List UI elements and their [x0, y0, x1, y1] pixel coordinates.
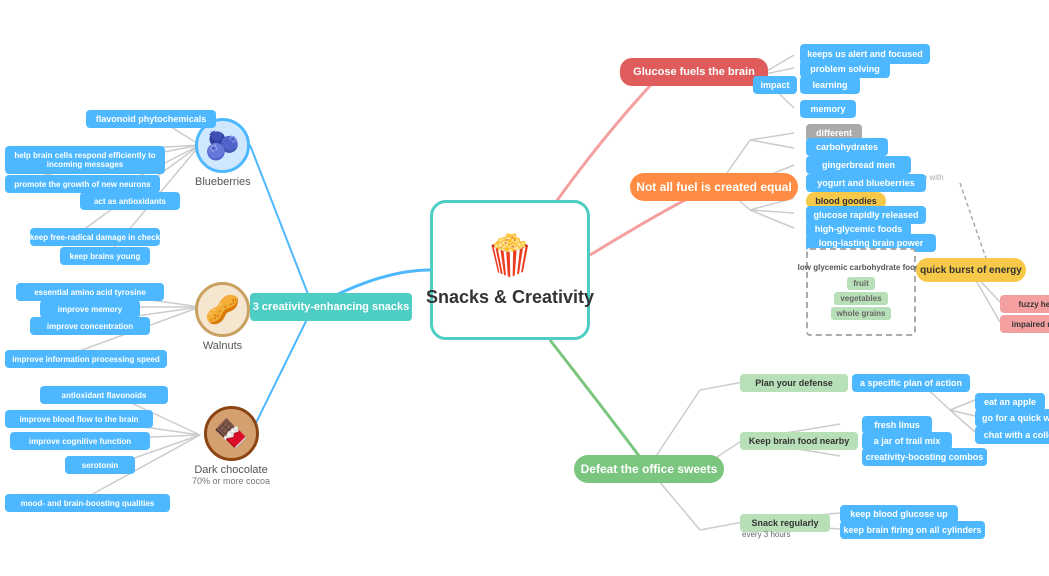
antioxidants: act as antioxidants	[80, 192, 180, 210]
center-icon: 🍿	[485, 232, 535, 279]
glucose-child-4: memory	[800, 100, 856, 118]
glucose-child-impact: impact	[753, 76, 797, 94]
brain-cells: help brain cells respond efficiently to …	[5, 146, 165, 174]
center-label: Snacks & Creativity	[426, 287, 594, 308]
blueberry-label: Blueberries	[195, 176, 251, 188]
serotonin: serotonin	[65, 456, 135, 474]
brains-young: keep brains young	[60, 247, 150, 265]
not-all-fuel-main: Not all fuel is created equal	[630, 173, 798, 201]
glucose-child-3: learning	[800, 76, 860, 94]
glucose-main: Glucose fuels the brain	[620, 58, 768, 86]
chat-colleague: chat with a colleague	[975, 426, 1049, 444]
improve-concentration: improve concentration	[30, 317, 150, 335]
chocolate-label: Dark chocolate	[194, 464, 267, 476]
walnut-node: 🥜 Walnuts	[195, 282, 250, 352]
quick-burst: quick burst of energy	[916, 258, 1026, 282]
processing-speed: improve information processing speed	[5, 350, 167, 368]
carbohydrates: carbohydrates	[806, 138, 888, 156]
yogurt-blueberries: yogurt and blueberries	[806, 174, 926, 192]
chocolate-node: 🍫 Dark chocolate 70% or more cocoa	[192, 406, 270, 486]
center-node: 🍿 Snacks & Creativity	[430, 200, 590, 340]
flavonoid: flavonoid phytochemicals	[86, 110, 216, 128]
new-neurons: promote the growth of new neurons	[5, 175, 160, 193]
improve-memory: improve memory	[40, 300, 140, 318]
gingerbread-men: gingerbread men	[806, 156, 911, 174]
flavonoids: antioxidant flavonoids	[40, 386, 168, 404]
blood-flow: improve blood flow to the brain	[5, 410, 153, 428]
chocolate-icon: 🍫	[204, 406, 259, 461]
low-glycemic-group: low glycemic carbohydrate foods fruit ve…	[806, 248, 916, 336]
impaired-memory: impaired memory	[1000, 315, 1049, 333]
walnut-label: Walnuts	[203, 340, 242, 352]
defeat-main: Defeat the office sweets	[574, 455, 724, 483]
walnut-icon: 🥜	[195, 282, 250, 337]
mindmap: provide with	[0, 0, 1049, 576]
mood-boosting: mood- and brain-boosting qualities	[5, 494, 170, 512]
keep-nearby: Keep brain food nearby	[740, 432, 858, 450]
quick-walk: go for a quick walk	[975, 409, 1049, 427]
brain-firing: keep brain firing on all cylinders	[840, 521, 985, 539]
blueberry-node: 🫐 Blueberries	[195, 118, 251, 188]
snack-sub: every 3 hours	[742, 530, 790, 539]
plan-defense: Plan your defense	[740, 374, 848, 392]
cognitive: improve cognitive function	[10, 432, 150, 450]
free-radical: keep free-radical damage in check	[30, 228, 160, 246]
fuzzy-head: fuzzy head	[1000, 295, 1049, 313]
creativity-main: 3 creativity-enhancing snacks	[250, 293, 412, 321]
chocolate-sublabel: 70% or more cocoa	[192, 476, 270, 486]
creativity-combos: creativity-boosting combos	[862, 448, 987, 466]
tyrosine: essential amino acid tyrosine	[16, 283, 164, 301]
plan-action: a specific plan of action	[852, 374, 970, 392]
